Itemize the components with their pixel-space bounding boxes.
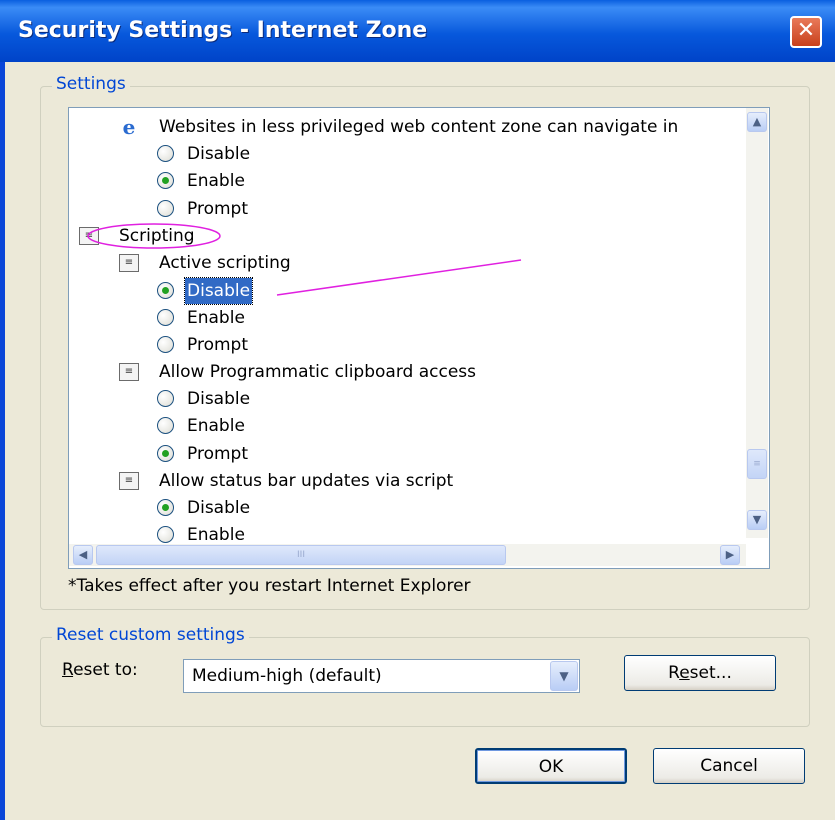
horizontal-scroll-thumb[interactable]: III xyxy=(96,545,506,565)
annotation-line xyxy=(276,259,522,296)
reset-level-dropdown[interactable]: Medium-high (default) ▼ xyxy=(183,659,580,693)
chevron-right-icon: ▶ xyxy=(725,548,735,561)
radio-button[interactable] xyxy=(157,390,174,407)
radio-button-selected[interactable] xyxy=(157,172,174,189)
chevron-down-icon: ▼ xyxy=(752,513,762,526)
ok-button[interactable]: OK xyxy=(475,748,627,784)
annotation-overlay xyxy=(87,223,522,296)
scroll-down-button[interactable]: ▼ xyxy=(747,510,767,530)
reset-to-label: Reset to: xyxy=(62,660,138,680)
script-icon: ≡ xyxy=(119,363,139,381)
grip-icon: III xyxy=(297,550,305,560)
chevron-down-icon: ▼ xyxy=(559,669,569,683)
radio-button-selected[interactable] xyxy=(157,445,174,462)
window-title: Security Settings - Internet Zone xyxy=(18,18,428,43)
radio-button[interactable] xyxy=(157,526,174,543)
scripting-icon: ≡ xyxy=(79,227,99,245)
security-settings-dialog: Security Settings - Internet Zone ✕ Sett… xyxy=(0,0,835,820)
cancel-button[interactable]: Cancel xyxy=(653,748,805,784)
internet-explorer-icon: e xyxy=(122,115,136,139)
radio-button[interactable] xyxy=(157,309,174,326)
grip-icon: ≡ xyxy=(753,459,761,469)
close-button[interactable]: ✕ xyxy=(790,16,822,48)
settings-tree[interactable]: e Websites in less privileged web conten… xyxy=(68,107,770,569)
radio-button[interactable] xyxy=(157,200,174,217)
window-left-border xyxy=(0,62,5,820)
chevron-up-icon: ▲ xyxy=(752,115,762,128)
title-bar[interactable]: Security Settings - Internet Zone ✕ xyxy=(0,0,835,62)
scroll-up-button[interactable]: ▲ xyxy=(747,112,767,132)
scroll-right-button[interactable]: ▶ xyxy=(720,545,740,565)
dropdown-arrow-button[interactable]: ▼ xyxy=(550,661,578,691)
radio-button[interactable] xyxy=(157,336,174,353)
close-icon: ✕ xyxy=(796,18,816,43)
scroll-left-button[interactable]: ◀ xyxy=(73,545,93,565)
vertical-scroll-thumb[interactable]: ≡ xyxy=(747,449,767,479)
settings-legend: Settings xyxy=(52,74,130,94)
vertical-scrollbar[interactable]: ▲ ≡ ▼ xyxy=(746,108,768,538)
restart-footnote: *Takes effect after you restart Internet… xyxy=(68,576,471,596)
chevron-left-icon: ◀ xyxy=(78,548,88,561)
reset-level-value: Medium-high (default) xyxy=(192,666,382,686)
script-icon: ≡ xyxy=(119,472,139,490)
radio-button-selected[interactable] xyxy=(157,499,174,516)
horizontal-scrollbar[interactable]: ◀ III ▶ xyxy=(69,544,746,566)
script-icon: ≡ xyxy=(119,254,139,272)
radio-button[interactable] xyxy=(157,145,174,162)
radio-button[interactable] xyxy=(157,417,174,434)
reset-button[interactable]: Reset... xyxy=(624,655,776,691)
radio-button-selected[interactable] xyxy=(157,282,174,299)
reset-settings-legend: Reset custom settings xyxy=(52,625,249,645)
